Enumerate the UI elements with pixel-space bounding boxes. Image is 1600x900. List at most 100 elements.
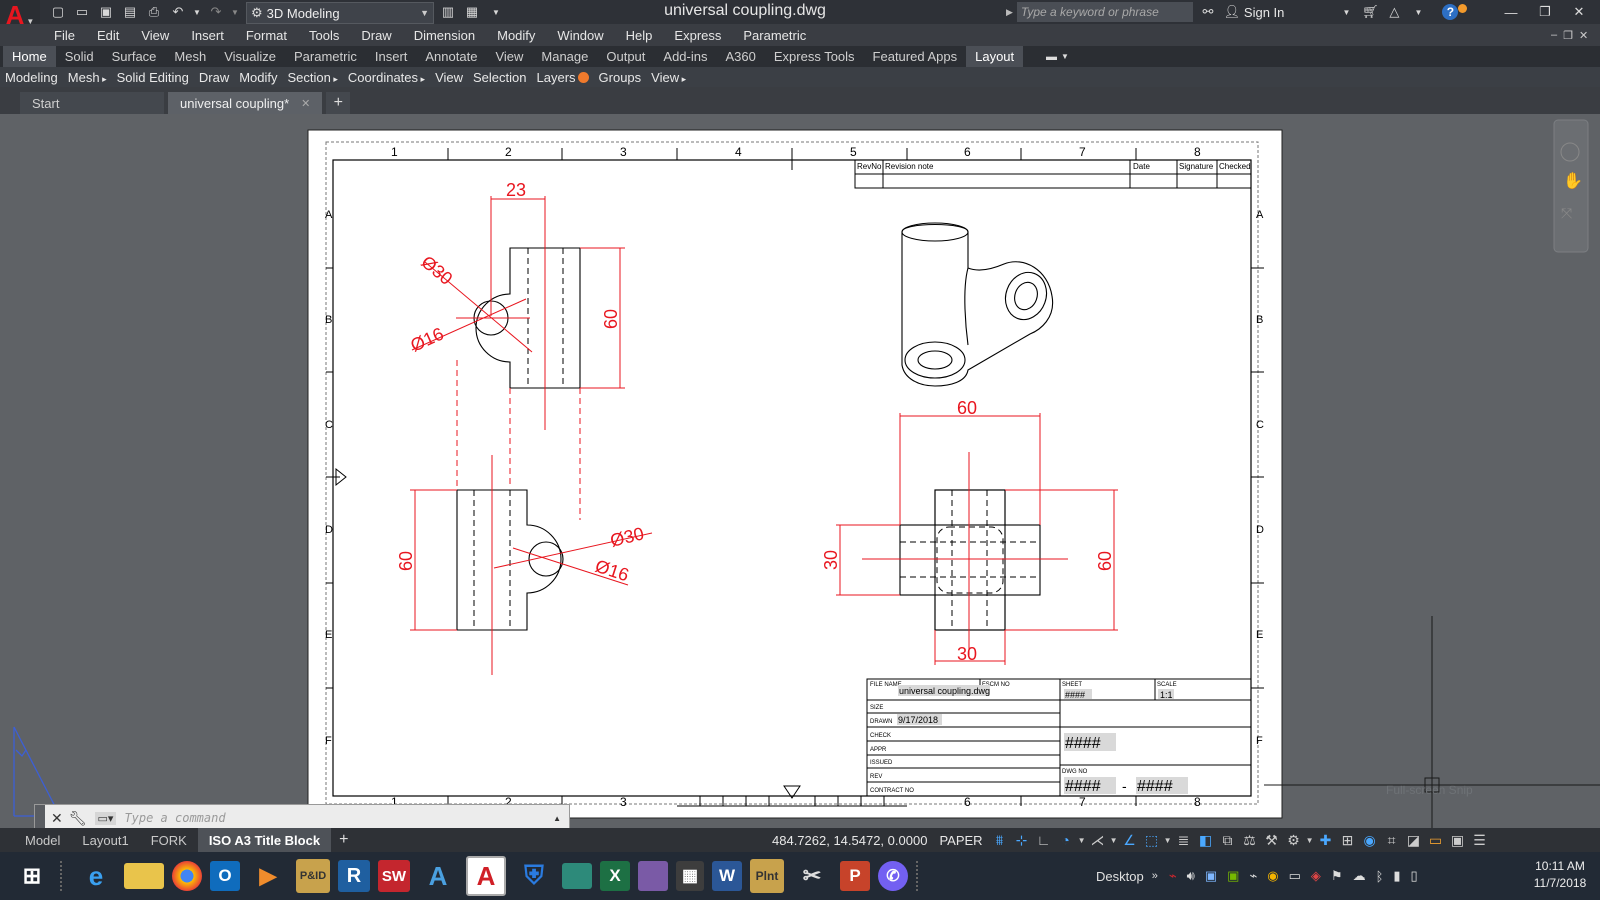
autocad-pid-icon[interactable]: P&ID xyxy=(296,859,330,893)
customization-menu-icon[interactable]: ☰ xyxy=(1469,829,1491,851)
menu-modify[interactable]: Modify xyxy=(486,28,546,43)
close-icon[interactable]: ✕ xyxy=(1562,4,1596,20)
cloud-tray-icon[interactable]: ☁ xyxy=(1353,868,1366,884)
file-explorer-icon[interactable] xyxy=(124,863,164,889)
menu-window[interactable]: Window xyxy=(546,28,614,43)
ribbon-panel-solid-editing-2[interactable]: Solid Editing xyxy=(112,70,194,85)
ribbon-panel-section-5[interactable]: Section ▸ xyxy=(283,70,343,85)
layout-tab-iso-a3-title-block[interactable]: ISO A3 Title Block xyxy=(197,828,332,852)
outlook-icon[interactable]: O xyxy=(210,861,240,891)
share-icon[interactable]: ▦ xyxy=(463,4,481,20)
chrome-tray-icon[interactable]: ◉ xyxy=(1267,868,1278,884)
object-snap-tracking-icon[interactable]: ∠ xyxy=(1119,829,1141,851)
binoculars-icon[interactable]: ⚯ xyxy=(1199,4,1217,20)
workspace-dropdown-icon[interactable]: ▼ xyxy=(1305,829,1315,851)
lock-ui-icon[interactable]: ⌗ xyxy=(1381,829,1403,851)
acrobat-tray-icon[interactable]: ⌁ xyxy=(1169,868,1177,884)
menu-tools[interactable]: Tools xyxy=(298,28,350,43)
ribbon-tab-a360[interactable]: A360 xyxy=(716,46,764,67)
search-expand-icon[interactable]: ▶ xyxy=(1006,7,1013,18)
annotation-visibility-icon[interactable]: ⚒ xyxy=(1261,829,1283,851)
search-input[interactable]: Type a keyword or phrase xyxy=(1016,2,1193,22)
cart-icon[interactable]: 🛒︎ xyxy=(1361,4,1379,20)
ribbon-tab-annotate[interactable]: Annotate xyxy=(416,46,486,67)
flag-tray-icon[interactable]: ⚑ xyxy=(1331,868,1343,884)
ribbon-panel-layers-9[interactable]: Layers xyxy=(532,70,594,85)
ribbon-panel-groups-10[interactable]: Groups xyxy=(594,70,647,85)
layout-tab-model[interactable]: Model xyxy=(14,828,71,852)
ribbon-tab-layout[interactable]: Layout xyxy=(966,46,1024,67)
ribbon-panel-selection-8[interactable]: Selection xyxy=(468,70,531,85)
drawing-minimize-icon[interactable]: – xyxy=(1551,29,1557,41)
drawing-restore-icon[interactable]: ❐ xyxy=(1563,29,1573,42)
volume-icon[interactable]: 🔊︎ xyxy=(1187,868,1195,884)
restore-icon[interactable]: ❐ xyxy=(1528,4,1562,20)
menu-format[interactable]: Format xyxy=(235,28,298,43)
polar-icon[interactable]: ◔ xyxy=(1055,829,1077,851)
chrome-icon[interactable] xyxy=(172,861,202,891)
sign-in-dropdown-icon[interactable]: ▼ xyxy=(1337,4,1355,20)
layout-tab-fork[interactable]: FORK xyxy=(140,828,198,852)
workspace-switching-icon[interactable]: ⚙ xyxy=(1283,829,1305,851)
isolate-objects-icon[interactable]: ◪ xyxy=(1403,829,1425,851)
network-tray-icon[interactable]: ▣ xyxy=(1205,868,1217,884)
ribbon-tab-output[interactable]: Output xyxy=(597,46,654,67)
display-tray-icon[interactable]: ▭ xyxy=(1289,868,1301,884)
annotation-monitor-icon[interactable]: ✚ xyxy=(1315,829,1337,851)
annotation-scale-icon[interactable]: ⚖ xyxy=(1239,829,1261,851)
wifi-tray-icon[interactable]: ▮ xyxy=(1393,868,1400,884)
redo-icon[interactable]: ↷ xyxy=(207,4,225,20)
menu-draw[interactable]: Draw xyxy=(350,28,402,43)
menu-file[interactable]: File xyxy=(43,28,86,43)
quick-properties-icon[interactable]: ◉ xyxy=(1359,829,1381,851)
drawing-close-icon[interactable]: ✕ xyxy=(1579,29,1588,42)
ortho-icon[interactable]: ∟ xyxy=(1033,829,1055,851)
ribbon-panel-draw-3[interactable]: Draw xyxy=(194,70,234,85)
command-input[interactable]: Type a command xyxy=(124,811,553,825)
new-tab-plus-icon[interactable]: + xyxy=(326,92,351,114)
a360-icon[interactable]: △ xyxy=(1385,4,1403,20)
ribbon-toggle[interactable]: ▬ ▼ xyxy=(1046,49,1069,64)
command-close-icon[interactable]: ✕ xyxy=(51,810,63,827)
drawing-svg[interactable]: 1122334 5 667788 A AB BC CD DE EF F RevNo Revisi… xyxy=(0,114,1600,828)
nvidia-tray-icon[interactable]: ▣ xyxy=(1227,868,1239,884)
redo-dropdown-icon[interactable]: ▼ xyxy=(231,4,239,20)
paper-space-toggle[interactable]: PAPER xyxy=(933,833,988,848)
undo-dropdown-icon[interactable]: ▼ xyxy=(193,4,201,20)
internet-explorer-icon[interactable]: e xyxy=(76,856,116,896)
ribbon-tab-home[interactable]: Home xyxy=(3,46,56,67)
plant-3d-icon[interactable] xyxy=(562,863,592,889)
clean-screen-icon[interactable]: ▣ xyxy=(1447,829,1469,851)
coordinates-readout[interactable]: 484.7262, 14.5472, 0.0000 xyxy=(766,833,933,848)
save-icon[interactable]: ▣ xyxy=(97,4,115,20)
ribbon-panel-view-11[interactable]: View ▸ xyxy=(646,70,691,85)
minimize-icon[interactable]: — xyxy=(1494,5,1528,20)
command-customize-icon[interactable]: 🔧︎ xyxy=(69,810,87,827)
calculator-icon[interactable]: ▦ xyxy=(676,861,704,891)
layout-tab-layout1[interactable]: Layout1 xyxy=(71,828,139,852)
menu-insert[interactable]: Insert xyxy=(180,28,235,43)
menu-help[interactable]: Help xyxy=(615,28,664,43)
snipping-tool-icon[interactable]: ✂ xyxy=(792,856,832,896)
ribbon-panel-mesh-1[interactable]: Mesh ▸ xyxy=(63,70,112,85)
menu-edit[interactable]: Edit xyxy=(86,28,130,43)
viber-icon[interactable]: ✆ xyxy=(878,861,908,891)
desktop-toolbar-label[interactable]: Desktop xyxy=(1096,869,1144,884)
print-shop-icon[interactable]: Plnt xyxy=(750,859,784,893)
ribbon-tab-manage[interactable]: Manage xyxy=(532,46,597,67)
graphics-performance-icon[interactable]: ▭ xyxy=(1425,829,1447,851)
antivirus-tray-icon[interactable]: ◈ xyxy=(1311,868,1321,884)
doc-tab-start[interactable]: Start xyxy=(20,92,164,114)
lineweight-icon[interactable]: ≣ xyxy=(1173,829,1195,851)
object-snap-icon[interactable]: ⬚ xyxy=(1141,829,1163,851)
ribbon-panel-coordinates-6[interactable]: Coordinates ▸ xyxy=(343,70,430,85)
ribbon-panel-modify-4[interactable]: Modify xyxy=(234,70,282,85)
isodraft-icon[interactable]: ⋌ xyxy=(1087,829,1109,851)
media-player-icon[interactable]: ▶ xyxy=(248,856,288,896)
autocad-mep-icon[interactable]: A xyxy=(418,856,458,896)
bluetooth-tray-icon[interactable]: ᛒ xyxy=(1376,869,1384,884)
ribbon-panel-modeling-0[interactable]: Modeling xyxy=(0,70,63,85)
paint-icon[interactable] xyxy=(638,861,668,891)
word-icon[interactable]: W xyxy=(712,861,742,891)
ribbon-tab-mesh[interactable]: Mesh xyxy=(165,46,215,67)
